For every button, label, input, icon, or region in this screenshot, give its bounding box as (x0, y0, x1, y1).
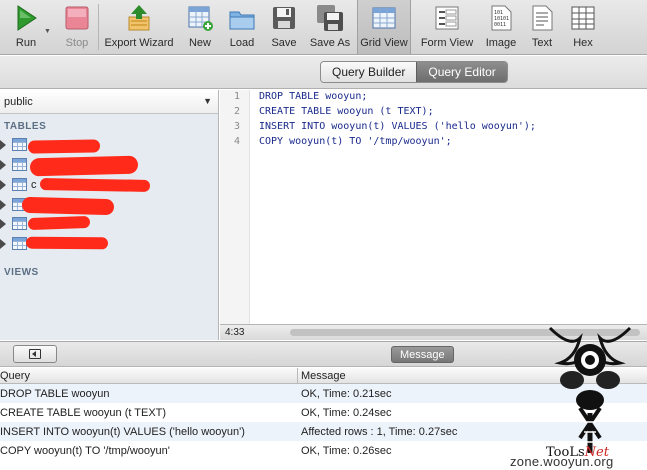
run-icon (12, 4, 40, 32)
image-icon: 101 10101 0011 (487, 4, 515, 32)
expand-arrow-icon[interactable] (0, 219, 6, 229)
grid-view-button[interactable]: Grid View (357, 0, 411, 54)
export-wizard-button[interactable]: Export Wizard (101, 2, 177, 52)
redaction-mark (39, 178, 151, 192)
column-divider (297, 368, 298, 384)
redaction-mark (27, 139, 101, 154)
expand-arrow-icon[interactable] (0, 140, 6, 150)
text-icon (528, 4, 556, 32)
code-line: 4 COPY wooyun(t) TO '/tmp/wooyun'; (233, 136, 452, 147)
query-editor-tab[interactable]: Query Editor (416, 62, 507, 82)
redaction-mark (25, 236, 109, 250)
save-icon (270, 4, 298, 32)
stop-button[interactable]: Stop (60, 2, 94, 52)
run-button[interactable]: Run ▼ (6, 2, 51, 52)
schema-select-value: public (4, 96, 33, 108)
message-tab[interactable]: Message (391, 346, 454, 363)
table-icon (12, 138, 27, 151)
table-icon (12, 158, 27, 171)
stop-icon (63, 4, 91, 32)
expand-arrow-icon[interactable] (0, 200, 6, 210)
watermark-emblem (540, 318, 640, 458)
new-table-icon (186, 4, 214, 32)
code-line: 3 INSERT INTO wooyun(t) VALUES ('hello w… (233, 121, 536, 132)
hex-button[interactable]: Hex (568, 2, 598, 52)
watermark-site: zone.wooyun.org (510, 454, 614, 469)
form-view-button[interactable]: Form View (418, 2, 476, 52)
image-button[interactable]: 101 10101 0011 Image (484, 2, 518, 52)
query-builder-tab[interactable]: Query Builder (321, 62, 417, 82)
form-view-icon (433, 4, 461, 32)
main-toolbar: Run ▼ Stop Export Wizard New Load Save S… (0, 0, 647, 55)
redaction-mark (29, 155, 139, 177)
tables-section-header: TABLES (4, 121, 47, 132)
save-as-button[interactable]: Save As (308, 2, 352, 52)
schema-select[interactable]: public ▼ (0, 90, 218, 114)
redaction-mark (21, 196, 115, 216)
export-wizard-icon (125, 4, 153, 32)
expand-arrow-icon[interactable] (0, 239, 6, 249)
panel-toggle-icon (29, 349, 41, 359)
chevron-down-icon: ▼ (203, 96, 212, 106)
code-line: 2 CREATE TABLE wooyun (t TEXT); (233, 106, 434, 117)
table-icon (12, 178, 27, 191)
toggle-panel-button[interactable] (13, 345, 57, 363)
text-button[interactable]: Text (527, 2, 557, 52)
grid-view-icon (370, 4, 398, 32)
view-switch: Query Builder Query Editor (320, 61, 508, 83)
message-column-header[interactable]: Message (301, 370, 346, 382)
views-section-header: VIEWS (4, 267, 39, 278)
toolbar-divider (98, 4, 99, 50)
save-as-icon (316, 4, 344, 32)
load-button[interactable]: Load (225, 2, 259, 52)
save-button[interactable]: Save (267, 2, 301, 52)
folder-icon (228, 4, 256, 32)
svg-text:0011: 0011 (494, 22, 506, 28)
view-switch-bar: Query Builder Query Editor (0, 56, 647, 89)
table-icon (12, 217, 27, 230)
object-sidebar: public ▼ TABLES c VIEWS (0, 90, 219, 340)
expand-arrow-icon[interactable] (0, 180, 6, 190)
hex-icon (569, 4, 597, 32)
run-dropdown-arrow-icon[interactable]: ▼ (44, 28, 51, 35)
expand-arrow-icon[interactable] (0, 160, 6, 170)
table-icon (12, 237, 27, 250)
redaction-mark (27, 215, 91, 231)
query-column-header[interactable]: Query (0, 370, 30, 382)
cursor-position: 4:33 (225, 327, 245, 338)
code-line: 1 DROP TABLE wooyun; (233, 91, 368, 102)
new-button[interactable]: New (183, 2, 217, 52)
sql-editor[interactable]: 1 DROP TABLE wooyun; 2 CREATE TABLE wooy… (220, 90, 647, 324)
